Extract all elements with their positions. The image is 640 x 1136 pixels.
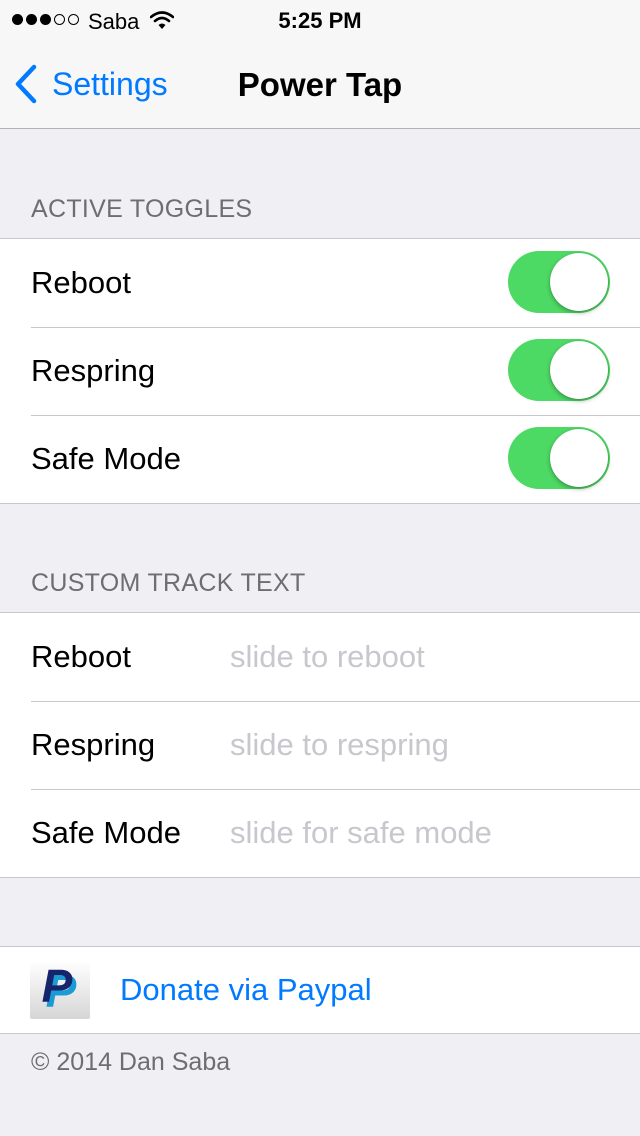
paypal-icon: P P — [30, 960, 90, 1019]
respring-track-text-input[interactable] — [230, 701, 620, 789]
reboot-track-text-input[interactable] — [230, 613, 620, 701]
row-label: Reboot — [31, 265, 131, 300]
text-row-respring: Respring — [0, 701, 640, 789]
switch-knob — [550, 429, 608, 487]
switch-knob — [550, 341, 608, 399]
reboot-toggle-switch[interactable] — [508, 251, 610, 313]
copyright-footer: © 2014 Dan Saba — [31, 1048, 231, 1076]
donate-group: P P Donate via Paypal — [0, 946, 640, 1034]
text-row-safe-mode: Safe Mode — [0, 789, 640, 877]
toggle-row-reboot: Reboot — [0, 239, 640, 327]
row-label: Respring — [31, 727, 156, 762]
switch-knob — [550, 253, 608, 311]
text-row-reboot: Reboot — [0, 613, 640, 701]
active-toggles-group: Reboot Respring Safe Mode — [0, 238, 640, 504]
status-time: 5:25 PM — [278, 8, 362, 33]
page-title: Power Tap — [237, 66, 403, 103]
safe-mode-track-text-input[interactable] — [230, 789, 620, 877]
toggle-row-safe-mode: Safe Mode — [0, 415, 640, 503]
toggle-row-respring: Respring — [0, 327, 640, 415]
row-label: Reboot — [31, 639, 131, 674]
svg-text:P: P — [42, 961, 73, 1012]
donate-label: Donate via Paypal — [120, 972, 372, 1007]
donate-paypal-button[interactable]: P P Donate via Paypal — [0, 947, 640, 1033]
status-bar: Saba 5:25 PM — [0, 0, 640, 40]
custom-track-text-group: Reboot Respring Safe Mode — [0, 612, 640, 878]
row-label: Safe Mode — [31, 815, 181, 850]
respring-toggle-switch[interactable] — [508, 339, 610, 401]
safe-mode-toggle-switch[interactable] — [508, 427, 610, 489]
row-label: Safe Mode — [31, 441, 181, 476]
section-header-custom-track-text: CUSTOM TRACK TEXT — [31, 569, 306, 597]
row-label: Respring — [31, 353, 156, 388]
navigation-bar: Settings Power Tap — [0, 40, 640, 129]
section-header-active-toggles: ACTIVE TOGGLES — [31, 195, 253, 223]
